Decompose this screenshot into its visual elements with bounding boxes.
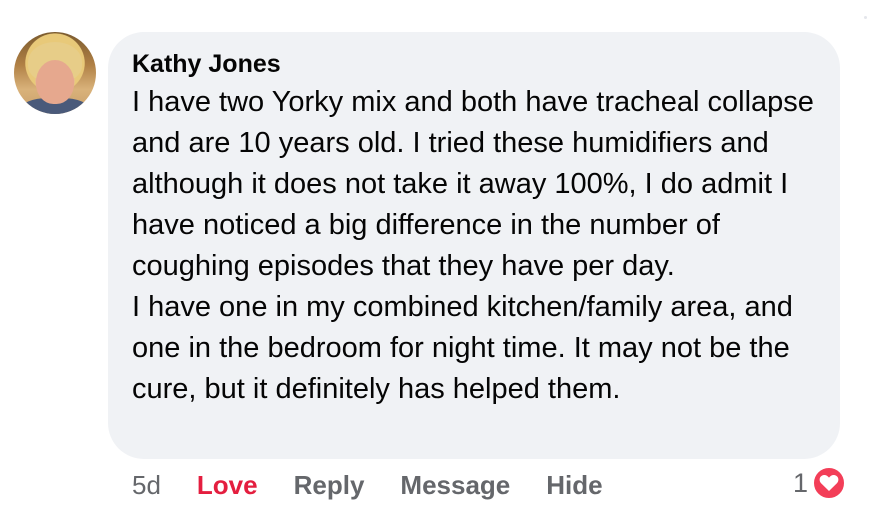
comment-bubble: Kathy Jones I have two Yorky mix and bot…: [108, 32, 840, 459]
avatar[interactable]: [14, 32, 96, 114]
heart-reaction-badge: [812, 466, 847, 500]
comment-author[interactable]: Kathy Jones: [132, 48, 818, 80]
reaction-summary[interactable]: 1: [793, 466, 847, 500]
heart-icon: [819, 475, 839, 491]
comment-actions: 5d Love Reply Message Hide: [132, 470, 639, 501]
comment-paragraph: I have one in my combined kitchen/family…: [132, 291, 793, 405]
love-button[interactable]: Love: [197, 470, 258, 501]
comment-body: I have two Yorky mix and both have trach…: [132, 82, 822, 410]
decorative-dot: [864, 16, 867, 19]
comment: Kathy Jones I have two Yorky mix and bot…: [0, 0, 887, 523]
reply-button[interactable]: Reply: [294, 470, 365, 501]
message-button[interactable]: Message: [400, 470, 510, 501]
hide-button[interactable]: Hide: [546, 470, 602, 501]
avatar-face: [36, 60, 74, 104]
reaction-count: 1: [793, 467, 809, 498]
comment-paragraph: I have two Yorky mix and both have trach…: [132, 86, 814, 282]
comment-timestamp[interactable]: 5d: [132, 470, 161, 501]
